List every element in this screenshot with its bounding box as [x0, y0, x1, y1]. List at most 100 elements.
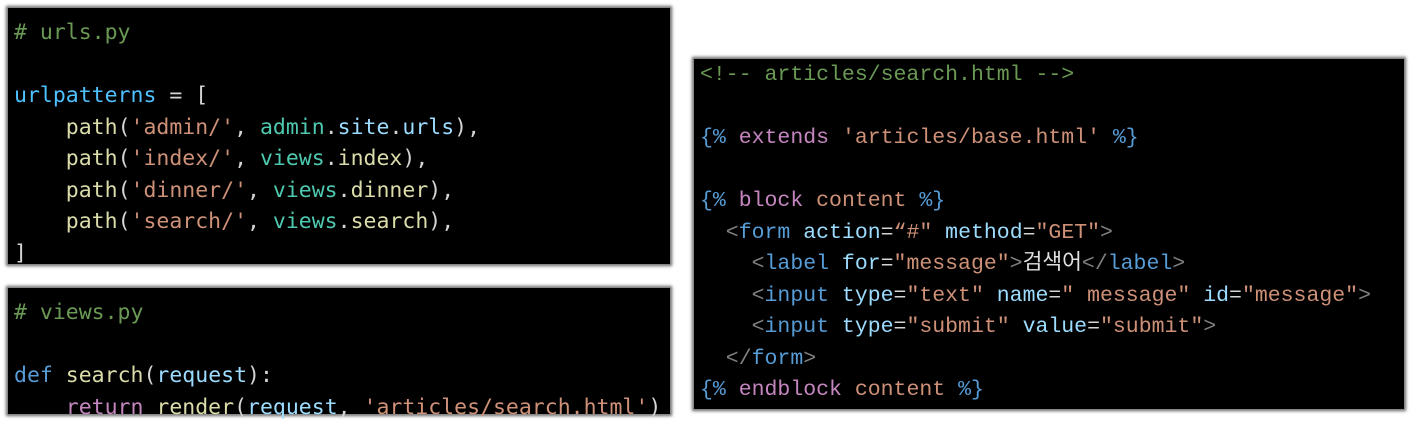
- code-token: .: [337, 177, 351, 203]
- code-token: <: [700, 220, 739, 245]
- code-line: <form action=“#" method="GET">: [700, 218, 1404, 250]
- code-line: {% block content %}: [700, 186, 1404, 218]
- code-token: “#": [893, 220, 933, 245]
- code-token: request: [247, 394, 338, 420]
- code-token: (: [117, 114, 131, 140]
- code-line: <input type="text" name=" message" id="m…: [700, 281, 1404, 313]
- code-token: ):: [247, 363, 273, 388]
- code-token: input: [764, 315, 830, 339]
- code-line: def search(request):: [14, 360, 670, 392]
- code-line: <input type="submit" value="submit">: [700, 312, 1404, 344]
- code-token: name: [983, 283, 1049, 308]
- code-token: return: [65, 394, 144, 420]
- code: <!-- articles/search.html --> {% extends…: [694, 59, 1404, 407]
- code-token: >: [1100, 220, 1113, 245]
- code-token: ): [648, 394, 662, 420]
- code-token: =: [893, 283, 907, 308]
- code-token: 검색어: [1022, 252, 1082, 276]
- code-line: path('index/', views.index),: [14, 143, 670, 175]
- code-token: ),: [428, 177, 455, 203]
- code-token: type: [829, 283, 894, 308]
- code-line: # views.py: [14, 297, 670, 329]
- code-token: (: [234, 394, 248, 420]
- urls-py-code-block: # urls.py urlpatterns = [ path('admin/',…: [7, 7, 671, 266]
- code-token: admin: [259, 114, 325, 140]
- code-token: "message": [1241, 283, 1359, 308]
- code-token: ,: [247, 209, 273, 234]
- code-token: search: [350, 209, 429, 234]
- code-token: ,: [337, 394, 364, 420]
- code-line: </form>: [700, 344, 1404, 376]
- code-token: >: [803, 346, 817, 371]
- code-token: >: [1203, 315, 1217, 339]
- code-token: form: [738, 220, 791, 245]
- code-token: 'search/': [130, 209, 248, 234]
- code-token: id: [1190, 283, 1230, 308]
- code-token: {%: [700, 378, 726, 402]
- code-token: ),: [428, 209, 455, 234]
- code-token: views: [272, 209, 338, 234]
- code-token: ,: [234, 114, 260, 140]
- code-line: path('search/', views.search),: [14, 206, 670, 238]
- code-token: def: [14, 363, 53, 388]
- code-token: {%: [700, 189, 726, 213]
- code-token: extends: [725, 126, 842, 150]
- code-token: path: [14, 114, 118, 140]
- code-token: for: [829, 252, 881, 276]
- code-token: =: [880, 220, 894, 245]
- code-token: block: [725, 189, 817, 213]
- code-token: =: [1229, 283, 1242, 308]
- code-token: <!-- articles/search.html -->: [700, 63, 1075, 87]
- code-token: views: [272, 177, 338, 203]
- code-token: ]: [14, 240, 27, 266]
- code-token: "submit": [1100, 315, 1204, 339]
- code-token: "submit": [906, 315, 1010, 339]
- code-token: .: [324, 114, 338, 140]
- code-token: %}: [945, 378, 984, 402]
- code-token: views: [259, 146, 325, 171]
- code-token: content: [816, 189, 907, 213]
- code-line: <label for="message">검색어</label>: [700, 249, 1404, 281]
- code-token: (: [117, 177, 131, 203]
- code-token: request: [156, 363, 248, 388]
- code-token: .: [337, 209, 351, 234]
- code-line: <!-- articles/search.html -->: [700, 60, 1404, 92]
- code-token: dinner: [350, 177, 429, 203]
- code-token: >: [1358, 283, 1371, 308]
- code-token: value: [1009, 315, 1088, 339]
- code-token: (: [117, 146, 131, 171]
- code-token: <: [700, 283, 765, 308]
- code-token: = [: [156, 83, 209, 108]
- code-token: </: [700, 346, 752, 371]
- code-token: .: [389, 114, 403, 140]
- code-line: return render(request, 'articles/search.…: [14, 392, 670, 424]
- code-token: "text": [906, 283, 984, 308]
- code-token: 'admin/': [130, 114, 235, 140]
- code-token: ,: [234, 146, 260, 171]
- code-token: content: [854, 378, 946, 402]
- code-token: %}: [1099, 126, 1139, 150]
- code-line: path('admin/', admin.site.urls),: [14, 112, 670, 144]
- code-token: </: [1081, 252, 1108, 276]
- code-token: path: [14, 146, 118, 171]
- code-token: %}: [906, 189, 946, 213]
- code-token: # views.py: [14, 300, 144, 325]
- code-token: form: [751, 346, 804, 371]
- code-token: =: [1022, 220, 1036, 245]
- code-token: .: [324, 146, 338, 171]
- code-line: path('dinner/', views.dinner),: [14, 175, 670, 207]
- code-token: ),: [454, 114, 481, 140]
- code-token: # urls.py: [14, 20, 131, 45]
- code-token: " message": [1061, 283, 1191, 308]
- code-token: label: [1107, 252, 1173, 276]
- code-token: render: [156, 394, 235, 420]
- code-token: path: [14, 177, 118, 203]
- code-token: "GET": [1035, 220, 1101, 245]
- code-token: urls: [402, 114, 455, 140]
- code-token: "message": [893, 252, 1010, 276]
